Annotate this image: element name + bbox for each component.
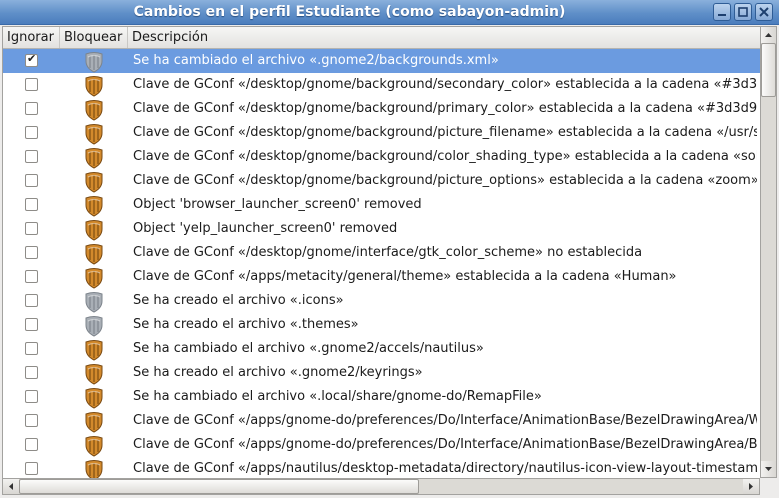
table-row[interactable]: Clave de GConf «/desktop/gnome/backgroun…: [3, 73, 760, 97]
ignore-checkbox[interactable]: [25, 126, 38, 139]
table-row[interactable]: Se ha cambiado el archivo «.local/share/…: [3, 385, 760, 409]
minimize-button[interactable]: [713, 3, 731, 21]
ignore-checkbox[interactable]: [25, 102, 38, 115]
lock-shield-icon[interactable]: [83, 339, 105, 361]
close-button[interactable]: [755, 3, 773, 21]
ignore-checkbox[interactable]: [25, 174, 38, 187]
lock-shield-icon[interactable]: [83, 243, 105, 265]
table-row[interactable]: Se ha cambiado el archivo «.gnome2/backg…: [3, 49, 760, 73]
table-row[interactable]: Clave de GConf «/desktop/gnome/backgroun…: [3, 145, 760, 169]
lock-shield-icon[interactable]: [83, 75, 105, 97]
ignore-checkbox[interactable]: [25, 78, 38, 91]
table-row[interactable]: Object 'browser_launcher_screen0' remove…: [3, 193, 760, 217]
ignore-checkbox[interactable]: [25, 414, 38, 427]
ignore-checkbox[interactable]: [25, 294, 38, 307]
row-description: Clave de GConf «/apps/nautilus/desktop-m…: [133, 461, 757, 476]
lock-shield-icon[interactable]: [83, 363, 105, 385]
resize-grip[interactable]: [760, 478, 777, 495]
ignore-checkbox[interactable]: [25, 318, 38, 331]
lock-shield-icon[interactable]: [83, 147, 105, 169]
arrow-down-icon: [765, 467, 772, 471]
title-bar[interactable]: Cambios en el perfil Estudiante (como sa…: [0, 0, 779, 25]
lock-shield-icon[interactable]: [83, 171, 105, 193]
row-description: Se ha creado el archivo «.gnome2/keyring…: [133, 365, 423, 380]
lock-shield-icon[interactable]: [83, 219, 105, 241]
lock-shield-icon[interactable]: [83, 387, 105, 409]
column-header-lock[interactable]: Bloquear: [60, 27, 128, 48]
arrow-left-icon: [9, 483, 13, 490]
ignore-checkbox[interactable]: [25, 366, 38, 379]
row-description: Clave de GConf «/apps/gnome-do/preferenc…: [133, 413, 757, 428]
ignore-checkbox[interactable]: [25, 222, 38, 235]
lock-shield-icon[interactable]: [83, 435, 105, 457]
ignore-checkbox[interactable]: [25, 52, 38, 67]
table-row[interactable]: Clave de GConf «/apps/gnome-do/preferenc…: [3, 433, 760, 457]
table-row[interactable]: Se ha creado el archivo «.icons»: [3, 289, 760, 313]
row-description: Clave de GConf «/desktop/gnome/backgroun…: [133, 101, 757, 116]
row-description: Clave de GConf «/desktop/gnome/backgroun…: [133, 173, 757, 188]
scroll-up-button[interactable]: [761, 27, 776, 43]
column-header-ignore[interactable]: Ignorar: [3, 27, 60, 48]
row-description: Se ha cambiado el archivo «.local/share/…: [133, 389, 542, 404]
table-row[interactable]: Object 'yelp_launcher_screen0' removed: [3, 217, 760, 241]
lock-shield-icon[interactable]: [83, 459, 105, 478]
row-description: Object 'browser_launcher_screen0' remove…: [133, 197, 422, 212]
table-row[interactable]: Clave de GConf «/apps/nautilus/desktop-m…: [3, 457, 760, 478]
ignore-checkbox[interactable]: [25, 438, 38, 451]
arrow-up-icon: [765, 33, 772, 37]
row-description: Clave de GConf «/apps/gnome-do/preferenc…: [133, 437, 757, 452]
row-description: Clave de GConf «/desktop/gnome/backgroun…: [133, 125, 757, 140]
table-row[interactable]: Se ha creado el archivo «.themes»: [3, 313, 760, 337]
row-description: Object 'yelp_launcher_screen0' removed: [133, 221, 398, 236]
unlocked-shield-icon[interactable]: [83, 291, 105, 313]
table-row[interactable]: Clave de GConf «/apps/metacity/general/t…: [3, 265, 760, 289]
window-title: Cambios en el perfil Estudiante (como sa…: [133, 4, 566, 20]
table-row[interactable]: Clave de GConf «/desktop/gnome/backgroun…: [3, 169, 760, 193]
vertical-scrollbar[interactable]: [760, 26, 777, 478]
lock-shield-icon[interactable]: [83, 411, 105, 433]
lock-shield-icon[interactable]: [83, 99, 105, 121]
horizontal-scroll-thumb[interactable]: [19, 479, 419, 494]
vertical-scroll-thumb[interactable]: [761, 43, 776, 97]
row-description: Clave de GConf «/apps/metacity/general/t…: [133, 269, 677, 284]
scroll-down-button[interactable]: [761, 461, 776, 477]
row-description: Se ha cambiado el archivo «.gnome2/backg…: [133, 53, 499, 68]
minimize-icon: [718, 14, 726, 16]
table-row[interactable]: Clave de GConf «/desktop/gnome/backgroun…: [3, 121, 760, 145]
table-row[interactable]: Clave de GConf «/desktop/gnome/backgroun…: [3, 97, 760, 121]
table-row[interactable]: Clave de GConf «/apps/gnome-do/preferenc…: [3, 409, 760, 433]
maximize-button[interactable]: [734, 3, 752, 21]
row-description: Se ha cambiado el archivo «.gnome2/accel…: [133, 341, 484, 356]
row-description: Se ha creado el archivo «.themes»: [133, 317, 359, 332]
unlocked-shield-icon[interactable]: [83, 51, 105, 73]
lock-shield-icon[interactable]: [83, 267, 105, 289]
table-row[interactable]: Se ha creado el archivo «.gnome2/keyring…: [3, 361, 760, 385]
horizontal-scrollbar[interactable]: [2, 478, 760, 495]
ignore-checkbox[interactable]: [25, 270, 38, 283]
lock-shield-icon[interactable]: [83, 195, 105, 217]
ignore-checkbox[interactable]: [25, 462, 38, 475]
row-description: Clave de GConf «/desktop/gnome/interface…: [133, 245, 643, 260]
close-icon: [759, 7, 769, 17]
ignore-checkbox[interactable]: [25, 246, 38, 259]
changes-window: Cambios en el perfil Estudiante (como sa…: [0, 0, 779, 497]
table-row[interactable]: Clave de GConf «/desktop/gnome/interface…: [3, 241, 760, 265]
scroll-right-button[interactable]: [743, 479, 759, 494]
changes-list[interactable]: Ignorar Bloquear Descripción Se ha cambi…: [2, 26, 761, 479]
ignore-checkbox[interactable]: [25, 342, 38, 355]
maximize-icon: [738, 7, 748, 17]
table-row[interactable]: Se ha cambiado el archivo «.gnome2/accel…: [3, 337, 760, 361]
unlocked-shield-icon[interactable]: [83, 315, 105, 337]
ignore-checkbox[interactable]: [25, 390, 38, 403]
row-description: Se ha creado el archivo «.icons»: [133, 293, 344, 308]
ignore-checkbox[interactable]: [25, 150, 38, 163]
arrow-right-icon: [749, 483, 753, 490]
row-description: Clave de GConf «/desktop/gnome/backgroun…: [133, 149, 757, 164]
column-header-description[interactable]: Descripción: [128, 27, 760, 48]
ignore-checkbox[interactable]: [25, 198, 38, 211]
list-header: Ignorar Bloquear Descripción: [3, 27, 760, 49]
lock-shield-icon[interactable]: [83, 123, 105, 145]
scroll-left-button[interactable]: [3, 479, 19, 494]
row-description: Clave de GConf «/desktop/gnome/backgroun…: [133, 77, 757, 92]
